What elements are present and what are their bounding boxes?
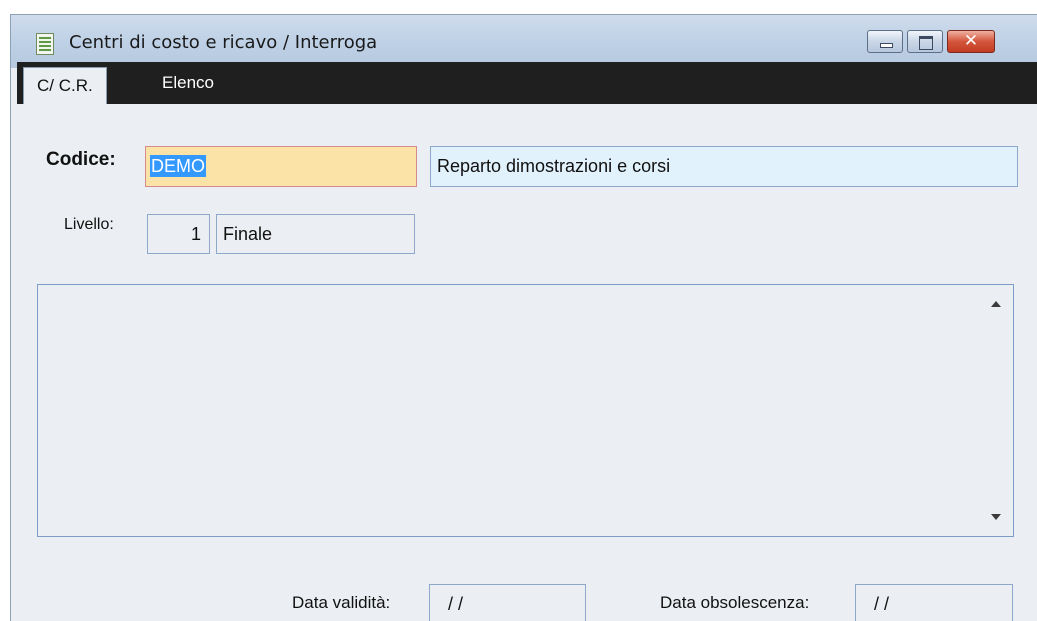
title-bar[interactable]: Centri di costo e ricavo / Interroga ✕ [11, 15, 1037, 68]
scroll-up-arrow-icon[interactable] [991, 301, 1001, 307]
livello-field[interactable]: 1 [147, 214, 210, 254]
livello-label: Livello: [64, 216, 114, 233]
notes-textarea[interactable] [37, 284, 1014, 537]
codice-field[interactable]: DEMO [145, 146, 417, 187]
data-obsolescenza-field[interactable]: / / [855, 584, 1013, 621]
codice-value: DEMO [150, 155, 206, 177]
livello-description: Finale [216, 214, 415, 254]
scroll-down-arrow-icon[interactable] [991, 514, 1001, 520]
minimize-button[interactable] [867, 30, 903, 53]
descrizione-field[interactable]: Reparto dimostrazioni e corsi [430, 146, 1018, 187]
codice-label: Codice: [46, 149, 116, 170]
form-icon [36, 33, 54, 55]
close-icon: ✕ [963, 31, 979, 51]
data-validita-field[interactable]: / / [429, 584, 586, 621]
data-obsolescenza-label: Data obsolescenza: [660, 593, 810, 612]
data-validita-label: Data validità: [292, 593, 391, 612]
close-button[interactable]: ✕ [947, 30, 995, 53]
tab-ccr[interactable]: C/ C.R. [23, 67, 107, 104]
maximize-button[interactable] [907, 30, 943, 53]
tab-elenco[interactable]: Elenco [149, 62, 227, 104]
tab-bar: C/ C.R. Elenco [17, 62, 1037, 104]
window-title: Centri di costo e ricavo / Interroga [69, 32, 378, 53]
